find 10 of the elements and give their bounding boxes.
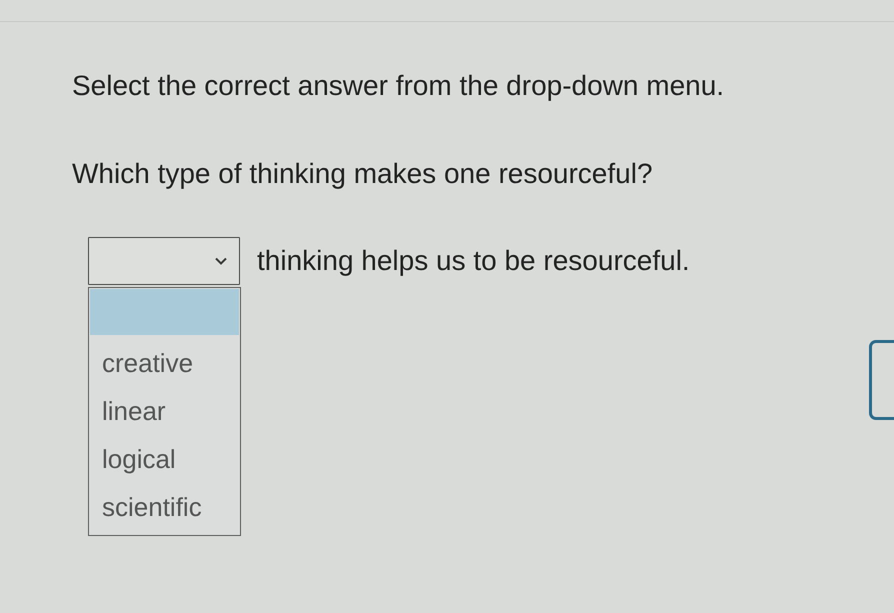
- option-item[interactable]: scientific: [90, 483, 239, 531]
- instruction-text: Select the correct answer from the drop-down menu.: [72, 69, 726, 103]
- question-text: Which type of thinking makes one resourceful?: [72, 157, 654, 191]
- dropdown-select[interactable]: [88, 237, 240, 285]
- option-item[interactable]: linear: [90, 387, 239, 435]
- partial-button[interactable]: [869, 340, 894, 420]
- chevron-icon: [215, 257, 227, 265]
- option-item[interactable]: creative: [90, 339, 239, 387]
- option-item[interactable]: logical: [90, 435, 239, 483]
- sentence-text: thinking helps us to be resourceful.: [257, 244, 690, 278]
